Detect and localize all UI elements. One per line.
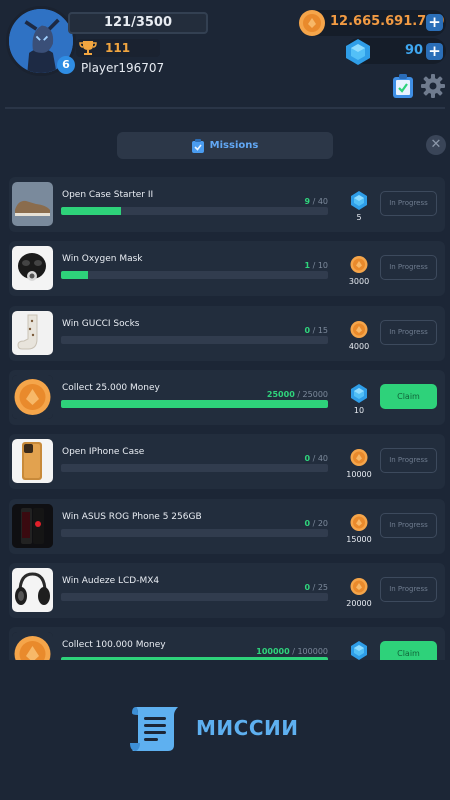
add-gems-button[interactable]: + <box>426 43 443 60</box>
missions-screen: 6 121/3500 111 Player196707 12.665.691.7… <box>0 0 450 800</box>
mission-name: Win ASUS ROG Phone 5 256GB <box>62 512 202 522</box>
level-badge: 6 <box>57 56 75 74</box>
mission-thumbnail <box>12 568 53 612</box>
mission-progress-current: 0 <box>304 326 311 335</box>
in-progress-button[interactable]: In Progress <box>380 577 437 602</box>
gem-icon <box>346 39 370 65</box>
in-progress-button[interactable]: In Progress <box>380 320 437 345</box>
gear-icon[interactable] <box>420 73 446 99</box>
mission-card: Open Case Starter II 9 / 40 5 In Progress <box>9 177 445 232</box>
mission-progress-text: 9 / 40 <box>304 197 328 206</box>
mission-name: Collect 100.000 Money <box>62 640 166 650</box>
mission-thumbnail <box>12 311 53 355</box>
mission-progress-bar <box>61 593 328 601</box>
mission-progress-current: 0 <box>304 519 311 528</box>
mission-progress-bar <box>61 529 328 537</box>
mission-progress-total: / 20 <box>312 519 328 528</box>
mission-card: Collect 25.000 Money 25000 / 25000 10 Claim <box>9 370 445 425</box>
claim-button[interactable]: Claim <box>380 384 437 409</box>
mission-progress-total: / 10 <box>312 261 328 270</box>
mission-reward-value: 3000 <box>348 277 370 286</box>
mission-reward-value: 15000 <box>346 535 372 544</box>
mission-progress-current: 9 <box>304 197 311 206</box>
mission-progress-current: 1 <box>304 261 311 270</box>
mission-progress-current: 100000 <box>256 647 290 656</box>
mission-name: Win GUCCI Socks <box>62 319 140 329</box>
mission-progress-total: / 15 <box>312 326 328 335</box>
in-progress-button[interactable]: In Progress <box>380 513 437 538</box>
mission-progress-text: 0 / 40 <box>304 454 328 463</box>
coin-icon <box>350 578 368 595</box>
coin-icon <box>350 514 368 531</box>
mission-thumbnail <box>12 439 53 483</box>
mission-name: Win Audeze LCD-MX4 <box>62 576 160 586</box>
mission-progress-current: 0 <box>304 454 311 463</box>
in-progress-button[interactable]: In Progress <box>380 255 437 280</box>
mission-thumbnail <box>12 246 53 290</box>
mission-card: Win ASUS ROG Phone 5 256GB 0 / 20 15000 In … <box>9 499 445 554</box>
banner-title: МИССИИ <box>196 716 299 740</box>
gem-value: 90 <box>405 43 424 58</box>
mission-reward-value: 10000 <box>346 470 372 479</box>
scroll-icon <box>130 707 178 751</box>
coin-icon <box>350 256 368 273</box>
mission-thumbnail <box>12 375 53 419</box>
mission-progress-bar <box>61 400 328 408</box>
mission-thumbnail <box>12 504 53 548</box>
trophy-value: 111 <box>105 41 131 55</box>
mission-progress-bar <box>61 464 328 472</box>
coin-icon <box>350 449 368 466</box>
mission-progress-current: 0 <box>304 583 311 592</box>
mission-progress-fill <box>61 207 122 215</box>
mission-name: Win Oxygen Mask <box>62 254 143 264</box>
mission-reward-value: 4000 <box>348 342 370 351</box>
mission-thumbnail <box>12 182 53 226</box>
missions-tab[interactable]: Missions <box>117 132 333 159</box>
gem-icon <box>351 641 367 660</box>
close-button[interactable]: ✕ <box>426 135 446 155</box>
mission-progress-bar <box>61 207 328 215</box>
mission-reward-value: 20000 <box>346 599 372 608</box>
mission-reward-value: 5 <box>356 213 362 222</box>
header-divider <box>5 107 445 109</box>
mission-progress-text: 0 / 15 <box>304 326 328 335</box>
mission-progress-text: 0 / 20 <box>304 519 328 528</box>
mission-progress-bar <box>61 271 328 279</box>
mission-progress-text: 25000 / 25000 <box>267 390 328 399</box>
mission-progress-fill <box>61 400 328 408</box>
in-progress-button[interactable]: In Progress <box>380 448 437 473</box>
trophy-count: 111 <box>76 39 160 57</box>
mission-card: Win GUCCI Socks 0 / 15 4000 In Progress <box>9 306 445 361</box>
mission-name: Collect 25.000 Money <box>62 383 160 393</box>
mission-name: Open Case Starter II <box>62 190 154 200</box>
mission-progress-total: / 25000 <box>297 390 328 399</box>
mission-reward-value: 10 <box>353 406 365 415</box>
clipboard-icon[interactable] <box>391 73 415 99</box>
mission-progress-text: 0 / 25 <box>304 583 328 592</box>
mission-progress-total: / 40 <box>312 197 328 206</box>
gem-icon <box>351 384 367 403</box>
mission-progress-fill <box>61 271 88 279</box>
mission-progress-current: 25000 <box>266 390 295 399</box>
mission-progress-bar <box>61 336 328 344</box>
mission-card: Win Oxygen Mask 1 / 10 3000 In Progress <box>9 241 445 296</box>
mission-progress-text: 1 / 10 <box>304 261 328 270</box>
add-money-button[interactable]: + <box>426 14 443 31</box>
coin-icon <box>350 321 368 338</box>
mission-name: Open IPhone Case <box>62 447 145 457</box>
mission-progress-total: / 100000 <box>292 647 328 656</box>
username: Player196707 <box>81 61 165 75</box>
trophy-icon <box>79 41 97 55</box>
mission-card: Win Audeze LCD-MX4 0 / 25 20000 In Progress <box>9 563 445 618</box>
xp-bar: 121/3500 <box>68 12 208 34</box>
clipboard-check-icon <box>191 138 204 153</box>
mission-progress-total: / 40 <box>312 454 328 463</box>
mission-card: Open IPhone Case 0 / 40 10000 In Progress <box>9 434 445 489</box>
mission-progress-total: / 25 <box>312 583 328 592</box>
coin-icon <box>299 10 325 36</box>
missions-title: Missions <box>209 140 259 151</box>
mission-progress-text: 100000 / 100000 <box>256 647 328 656</box>
in-progress-button[interactable]: In Progress <box>380 191 437 216</box>
gem-icon <box>351 191 367 210</box>
